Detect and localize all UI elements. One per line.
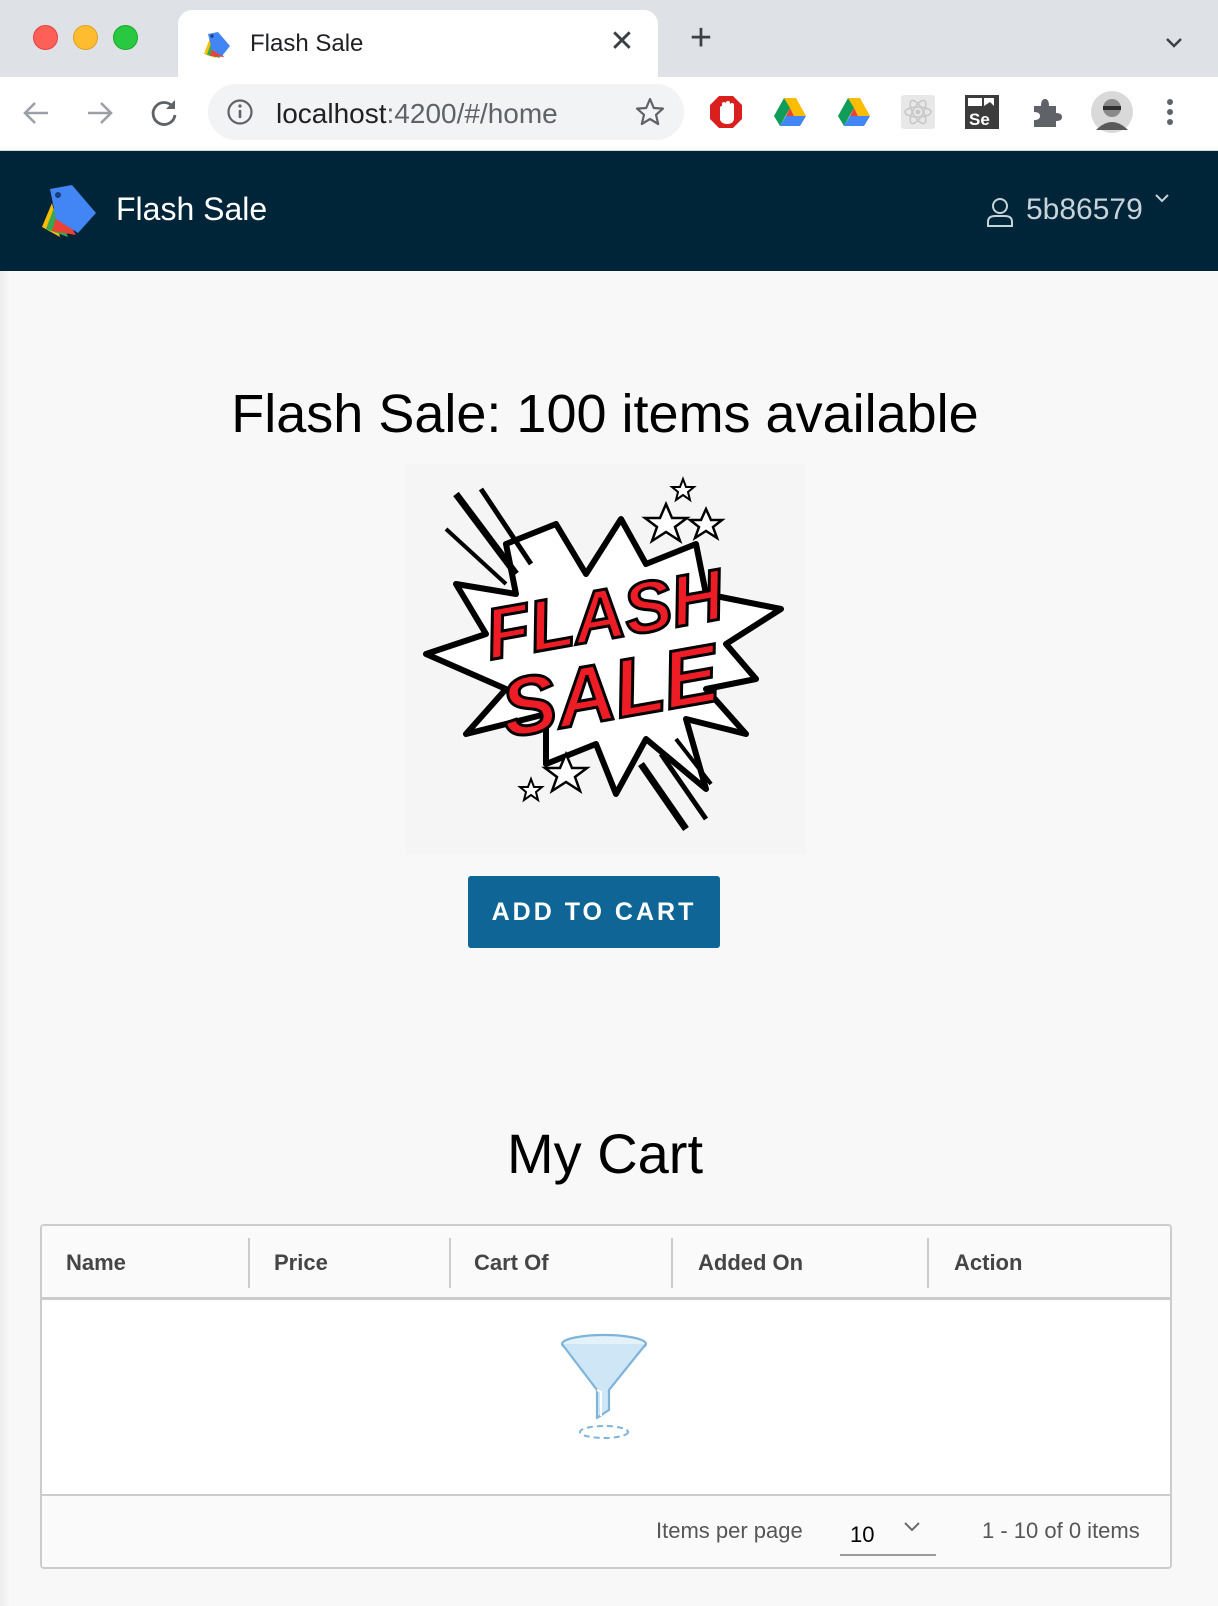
adblock-icon[interactable] (708, 94, 744, 130)
url-path: :4200/#/home (386, 98, 558, 129)
extensions-puzzle-icon[interactable] (1028, 94, 1064, 130)
column-header-added-on[interactable]: Added On (674, 1226, 928, 1300)
app-header: Flash Sale 5b86579 (0, 151, 1218, 271)
react-devtools-icon[interactable] (900, 94, 936, 130)
chevron-down-icon (904, 1522, 920, 1532)
url-host: localhost (276, 98, 387, 129)
items-per-page-value: 10 (850, 1522, 875, 1547)
google-drive-icon[interactable] (836, 94, 872, 130)
main-content: Flash Sale: 100 items available FLASH SA… (0, 271, 1218, 1606)
browser-tab-active[interactable]: Flash Sale ✕ (178, 10, 658, 77)
bookmark-star-icon[interactable] (634, 96, 666, 128)
flash-sale-logo-icon[interactable] (40, 183, 98, 239)
selenium-ide-icon[interactable]: Se (964, 94, 1000, 130)
chevron-down-icon (1155, 194, 1169, 203)
google-drive-icon[interactable] (772, 94, 808, 130)
browser-toolbar: localhost:4200/#/home Se (0, 77, 1218, 151)
close-tab-icon[interactable]: ✕ (608, 27, 636, 57)
brand-title[interactable]: Flash Sale (116, 191, 267, 228)
pagination-info: 1 - 10 of 0 items (982, 1518, 1140, 1543)
flash-sale-image: FLASH SALE (406, 464, 806, 854)
site-info-icon[interactable] (226, 98, 254, 126)
datagrid-footer: Items per page 10 1 - 10 of 0 items (42, 1494, 1170, 1567)
column-separator[interactable] (671, 1238, 673, 1288)
new-tab-button[interactable]: + (686, 19, 716, 57)
datagrid-header: Name Price Cart Of Added On Action (42, 1226, 1170, 1300)
browser-menu-icon[interactable] (1160, 94, 1180, 130)
tab-title: Flash Sale (250, 30, 364, 57)
column-header-name[interactable]: Name (42, 1226, 250, 1300)
tab-search-chevron-icon[interactable] (1162, 30, 1186, 54)
address-bar[interactable]: localhost:4200/#/home (208, 84, 684, 140)
add-to-cart-button[interactable]: ADD TO CART (468, 876, 720, 948)
close-window-button[interactable] (33, 25, 58, 50)
column-separator[interactable] (927, 1238, 929, 1288)
user-icon (987, 198, 1013, 227)
cart-datagrid: Name Price Cart Of Added On Action Items… (40, 1224, 1172, 1569)
items-per-page-select[interactable]: 10 (840, 1510, 936, 1556)
column-header-action[interactable]: Action (930, 1226, 1170, 1300)
back-arrow-icon[interactable] (18, 95, 54, 131)
url-text: localhost:4200/#/home (276, 98, 558, 130)
forward-arrow-icon[interactable] (82, 95, 118, 131)
column-header-price[interactable]: Price (250, 1226, 450, 1300)
empty-funnel-icon (560, 1333, 648, 1439)
user-name: 5b86579 (1026, 193, 1143, 226)
column-header-cart-of[interactable]: Cart Of (450, 1226, 672, 1300)
cart-title: My Cart (507, 1122, 703, 1185)
datagrid-body-empty (42, 1300, 1170, 1493)
flash-sale-favicon-icon (204, 32, 230, 58)
minimize-window-button[interactable] (73, 25, 98, 50)
browser-tab-bar: Flash Sale ✕ + (0, 0, 1218, 77)
sale-title: Flash Sale: 100 items available (231, 384, 979, 444)
reload-icon[interactable] (146, 95, 182, 131)
svg-text:Se: Se (969, 110, 990, 129)
items-per-page-label: Items per page (656, 1518, 803, 1543)
user-menu[interactable]: 5b86579 (986, 191, 1186, 231)
maximize-window-button[interactable] (113, 25, 138, 50)
profile-avatar[interactable] (1090, 90, 1134, 134)
